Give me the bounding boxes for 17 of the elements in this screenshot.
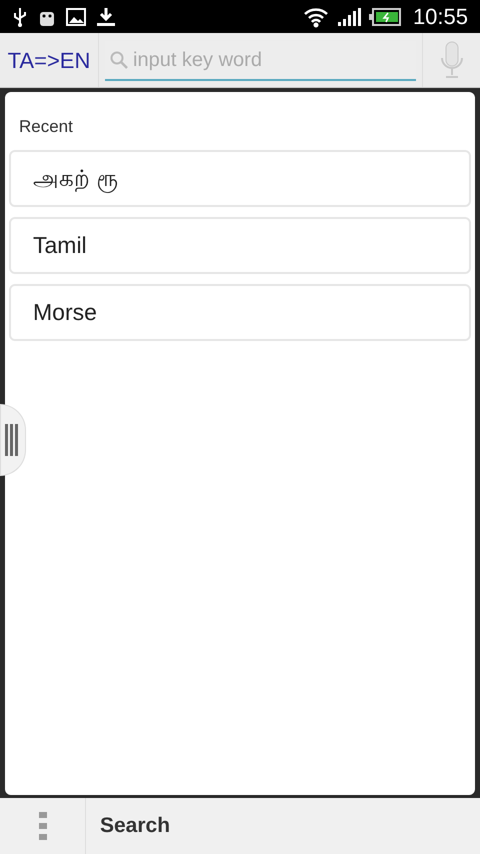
recent-item[interactable]: Morse <box>9 284 471 340</box>
search-button[interactable]: Search <box>86 798 170 854</box>
search-icon <box>109 50 129 70</box>
battery-icon <box>368 8 401 26</box>
section-title: Recent <box>18 116 74 138</box>
more-vertical-icon <box>38 812 46 840</box>
grip-icon <box>4 424 20 456</box>
recent-item[interactable]: அகற் ரூ <box>9 150 471 206</box>
download-icon <box>96 6 116 26</box>
status-time: 10:55 <box>412 3 468 31</box>
image-icon <box>66 8 86 26</box>
signal-icon <box>336 6 361 26</box>
wifi-icon <box>302 6 329 28</box>
search-input[interactable]: input key word <box>133 45 412 75</box>
recent-item[interactable]: Tamil <box>9 216 471 274</box>
usb-icon <box>12 6 28 26</box>
microphone-icon <box>440 41 464 79</box>
